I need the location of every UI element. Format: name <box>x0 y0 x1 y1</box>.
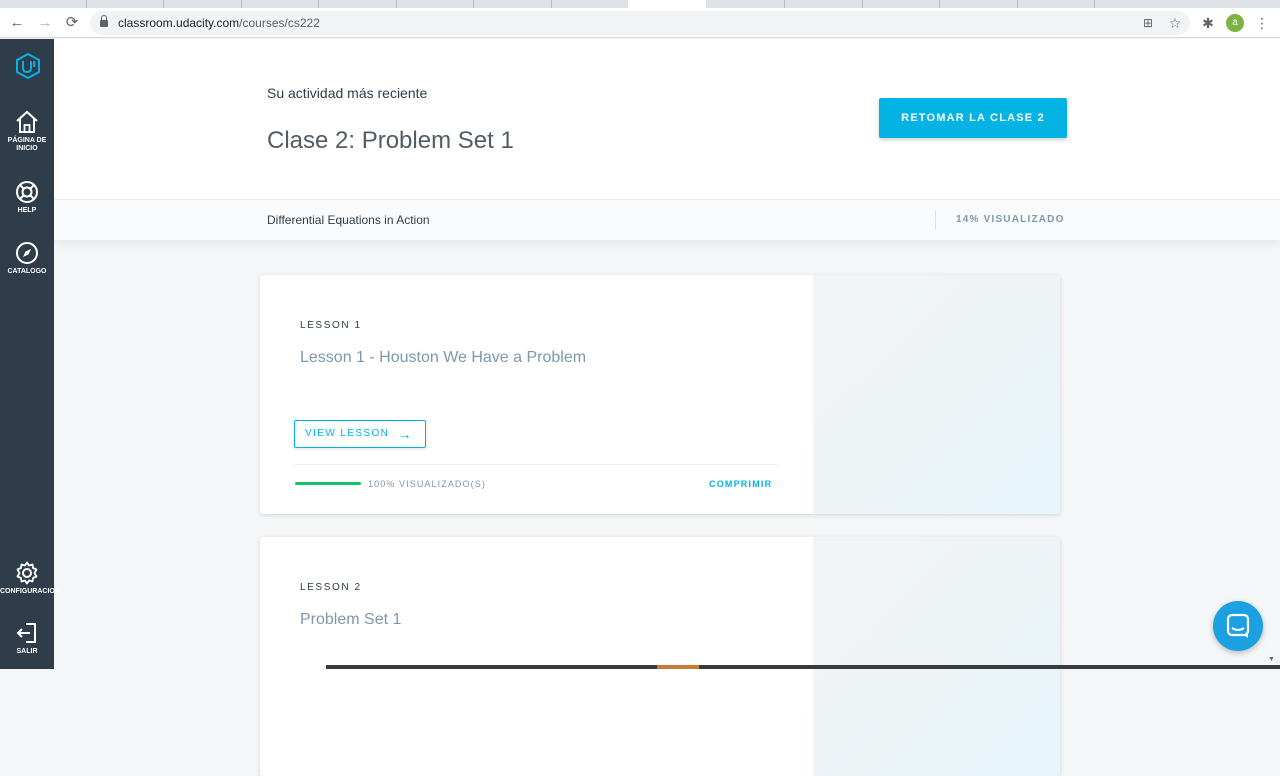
tab-separator <box>551 0 552 8</box>
tab-separator <box>784 0 785 8</box>
browser-menu-icon[interactable]: ⋮ <box>1252 13 1272 33</box>
bottom-bar <box>326 665 1280 669</box>
sidebar-item-label: CATALOGO <box>7 268 47 275</box>
course-progress-text: 14% VISUALIZADO <box>956 214 1065 225</box>
sidebar-item-label: SALIR <box>16 648 38 655</box>
lock-icon <box>100 15 108 27</box>
tab-separator <box>939 0 940 8</box>
sidebar-item-label: HELP <box>17 207 37 214</box>
left-sidebar: PÁGINA DE INICIO HELP CATALOGO CONFIGURA… <box>0 39 60 669</box>
recent-activity-header: Su actividad más reciente Clase 2: Probl… <box>54 39 1280 199</box>
course-name: Differential Equations in Action <box>267 213 430 227</box>
recent-activity-title: Clase 2: Problem Set 1 <box>267 127 514 154</box>
divider <box>935 210 936 230</box>
chat-icon <box>1226 613 1250 638</box>
active-browser-tab[interactable] <box>628 0 706 8</box>
lesson-card: LESSON 1 Lesson 1 - Houston We Have a Pr… <box>260 275 1060 514</box>
lesson-number: LESSON 2 <box>300 582 362 593</box>
scroll-down-arrow-icon[interactable]: ▼ <box>1268 656 1275 663</box>
tab-separator <box>318 0 319 8</box>
sidebar-item-logout[interactable]: SALIR <box>0 620 54 656</box>
tab-separator <box>241 0 242 8</box>
divider <box>294 464 778 465</box>
chat-launcher-button[interactable] <box>1213 601 1263 651</box>
tab-separator <box>1017 0 1018 8</box>
browser-tab-strip[interactable] <box>0 0 1280 8</box>
profile-avatar[interactable]: a <box>1226 14 1244 32</box>
url-text: classroom.udacity.com/courses/cs222 <box>118 16 320 30</box>
sidebar-item-label: CONFIGURACION <box>0 588 60 595</box>
sidebar-item-help[interactable]: HELP <box>0 179 54 215</box>
collapse-button[interactable]: COMPRIMIR <box>709 479 772 489</box>
bottom-bar-highlight <box>657 665 699 669</box>
address-bar[interactable]: classroom.udacity.com/courses/cs222 ⊞ ☆ <box>90 11 1190 35</box>
back-arrow-icon[interactable]: ← <box>7 13 27 33</box>
arrow-right-icon: → <box>397 426 413 442</box>
tab-separator <box>163 0 164 8</box>
logout-icon <box>16 623 36 643</box>
bookmark-star-icon[interactable]: ☆ <box>1165 13 1185 33</box>
tab-separator <box>396 0 397 8</box>
udacity-logo-icon[interactable] <box>15 53 41 79</box>
lesson-title[interactable]: Problem Set 1 <box>300 611 401 629</box>
sidebar-item-catalog[interactable]: CATALOGO <box>0 240 54 276</box>
view-lesson-label: VIEW LESSON <box>305 428 390 439</box>
translate-icon[interactable]: ⊞ <box>1138 13 1158 33</box>
browser-toolbar: ← → ⟳ classroom.udacity.com/courses/cs22… <box>0 8 1280 38</box>
sidebar-item-home[interactable]: PÁGINA DE INICIO <box>0 109 54 153</box>
lesson-progress-text: 100% VISUALIZADO(S) <box>368 479 486 489</box>
forward-arrow-icon[interactable]: → <box>35 13 55 33</box>
tab-separator <box>473 0 474 8</box>
home-icon <box>16 110 38 133</box>
gear-icon <box>16 561 38 585</box>
sidebar-item-settings[interactable]: CONFIGURACION <box>0 560 60 596</box>
course-info-bar: Differential Equations in Action 14% VIS… <box>54 199 1280 240</box>
resume-lesson-button[interactable]: RETOMAR LA CLASE 2 <box>879 98 1067 138</box>
lesson-image <box>813 275 1060 514</box>
help-icon <box>16 181 38 203</box>
lesson-card: LESSON 2 Problem Set 1 <box>260 537 1060 776</box>
lesson-image <box>813 537 1060 776</box>
tab-separator <box>1094 0 1095 8</box>
view-lesson-button[interactable]: VIEW LESSON → <box>294 420 426 448</box>
tab-separator <box>86 0 87 8</box>
recent-activity-label: Su actividad más reciente <box>267 85 428 101</box>
url-path: /courses/cs222 <box>239 16 320 30</box>
compass-icon <box>16 242 38 264</box>
reload-icon[interactable]: ⟳ <box>62 13 82 33</box>
extensions-puzzle-icon[interactable]: ✱ <box>1198 13 1218 33</box>
sidebar-item-label: PÁGINA DE INICIO <box>7 137 47 152</box>
tab-separator <box>862 0 863 8</box>
url-host: classroom.udacity.com <box>118 16 240 30</box>
lesson-progress-bar <box>295 482 361 485</box>
lesson-title[interactable]: Lesson 1 - Houston We Have a Problem <box>300 349 586 367</box>
lesson-number: LESSON 1 <box>300 320 362 331</box>
